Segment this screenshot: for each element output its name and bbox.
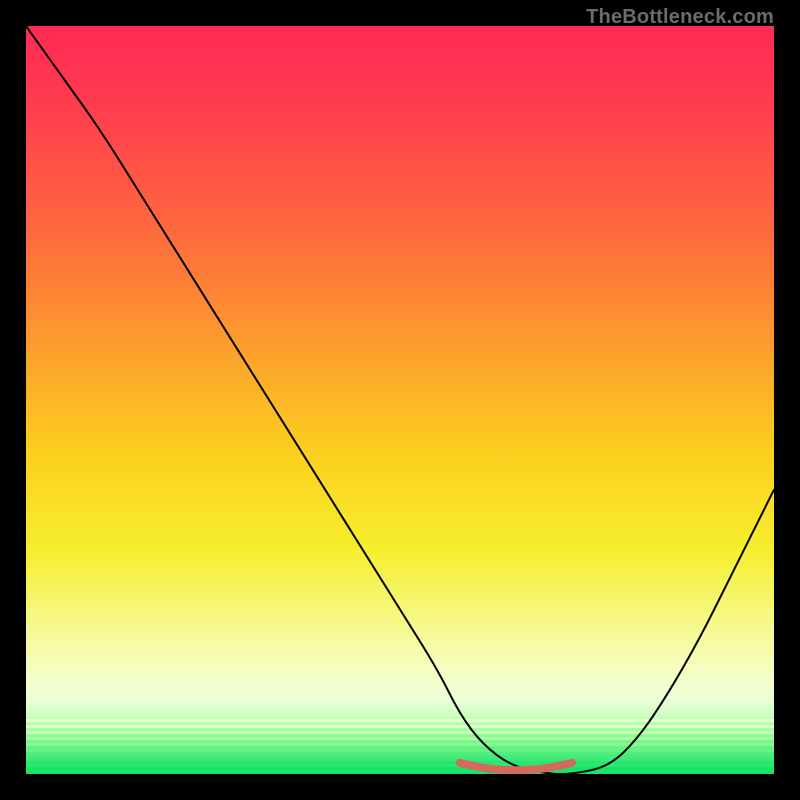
gradient-band bbox=[26, 767, 774, 770]
gradient-band bbox=[26, 743, 774, 746]
gradient-band bbox=[26, 731, 774, 734]
series-group bbox=[26, 26, 774, 774]
gradient-band bbox=[26, 719, 774, 722]
chart-stage: TheBottleneck.com bbox=[0, 0, 800, 800]
gradient-band bbox=[26, 749, 774, 752]
chart-plot-area bbox=[26, 26, 774, 774]
gradient-band bbox=[26, 737, 774, 740]
chart-svg bbox=[26, 26, 774, 774]
series-bottleneck-curve bbox=[26, 26, 774, 774]
gradient-band bbox=[26, 761, 774, 764]
gradient-band bbox=[26, 725, 774, 728]
gradient-band bbox=[26, 755, 774, 758]
